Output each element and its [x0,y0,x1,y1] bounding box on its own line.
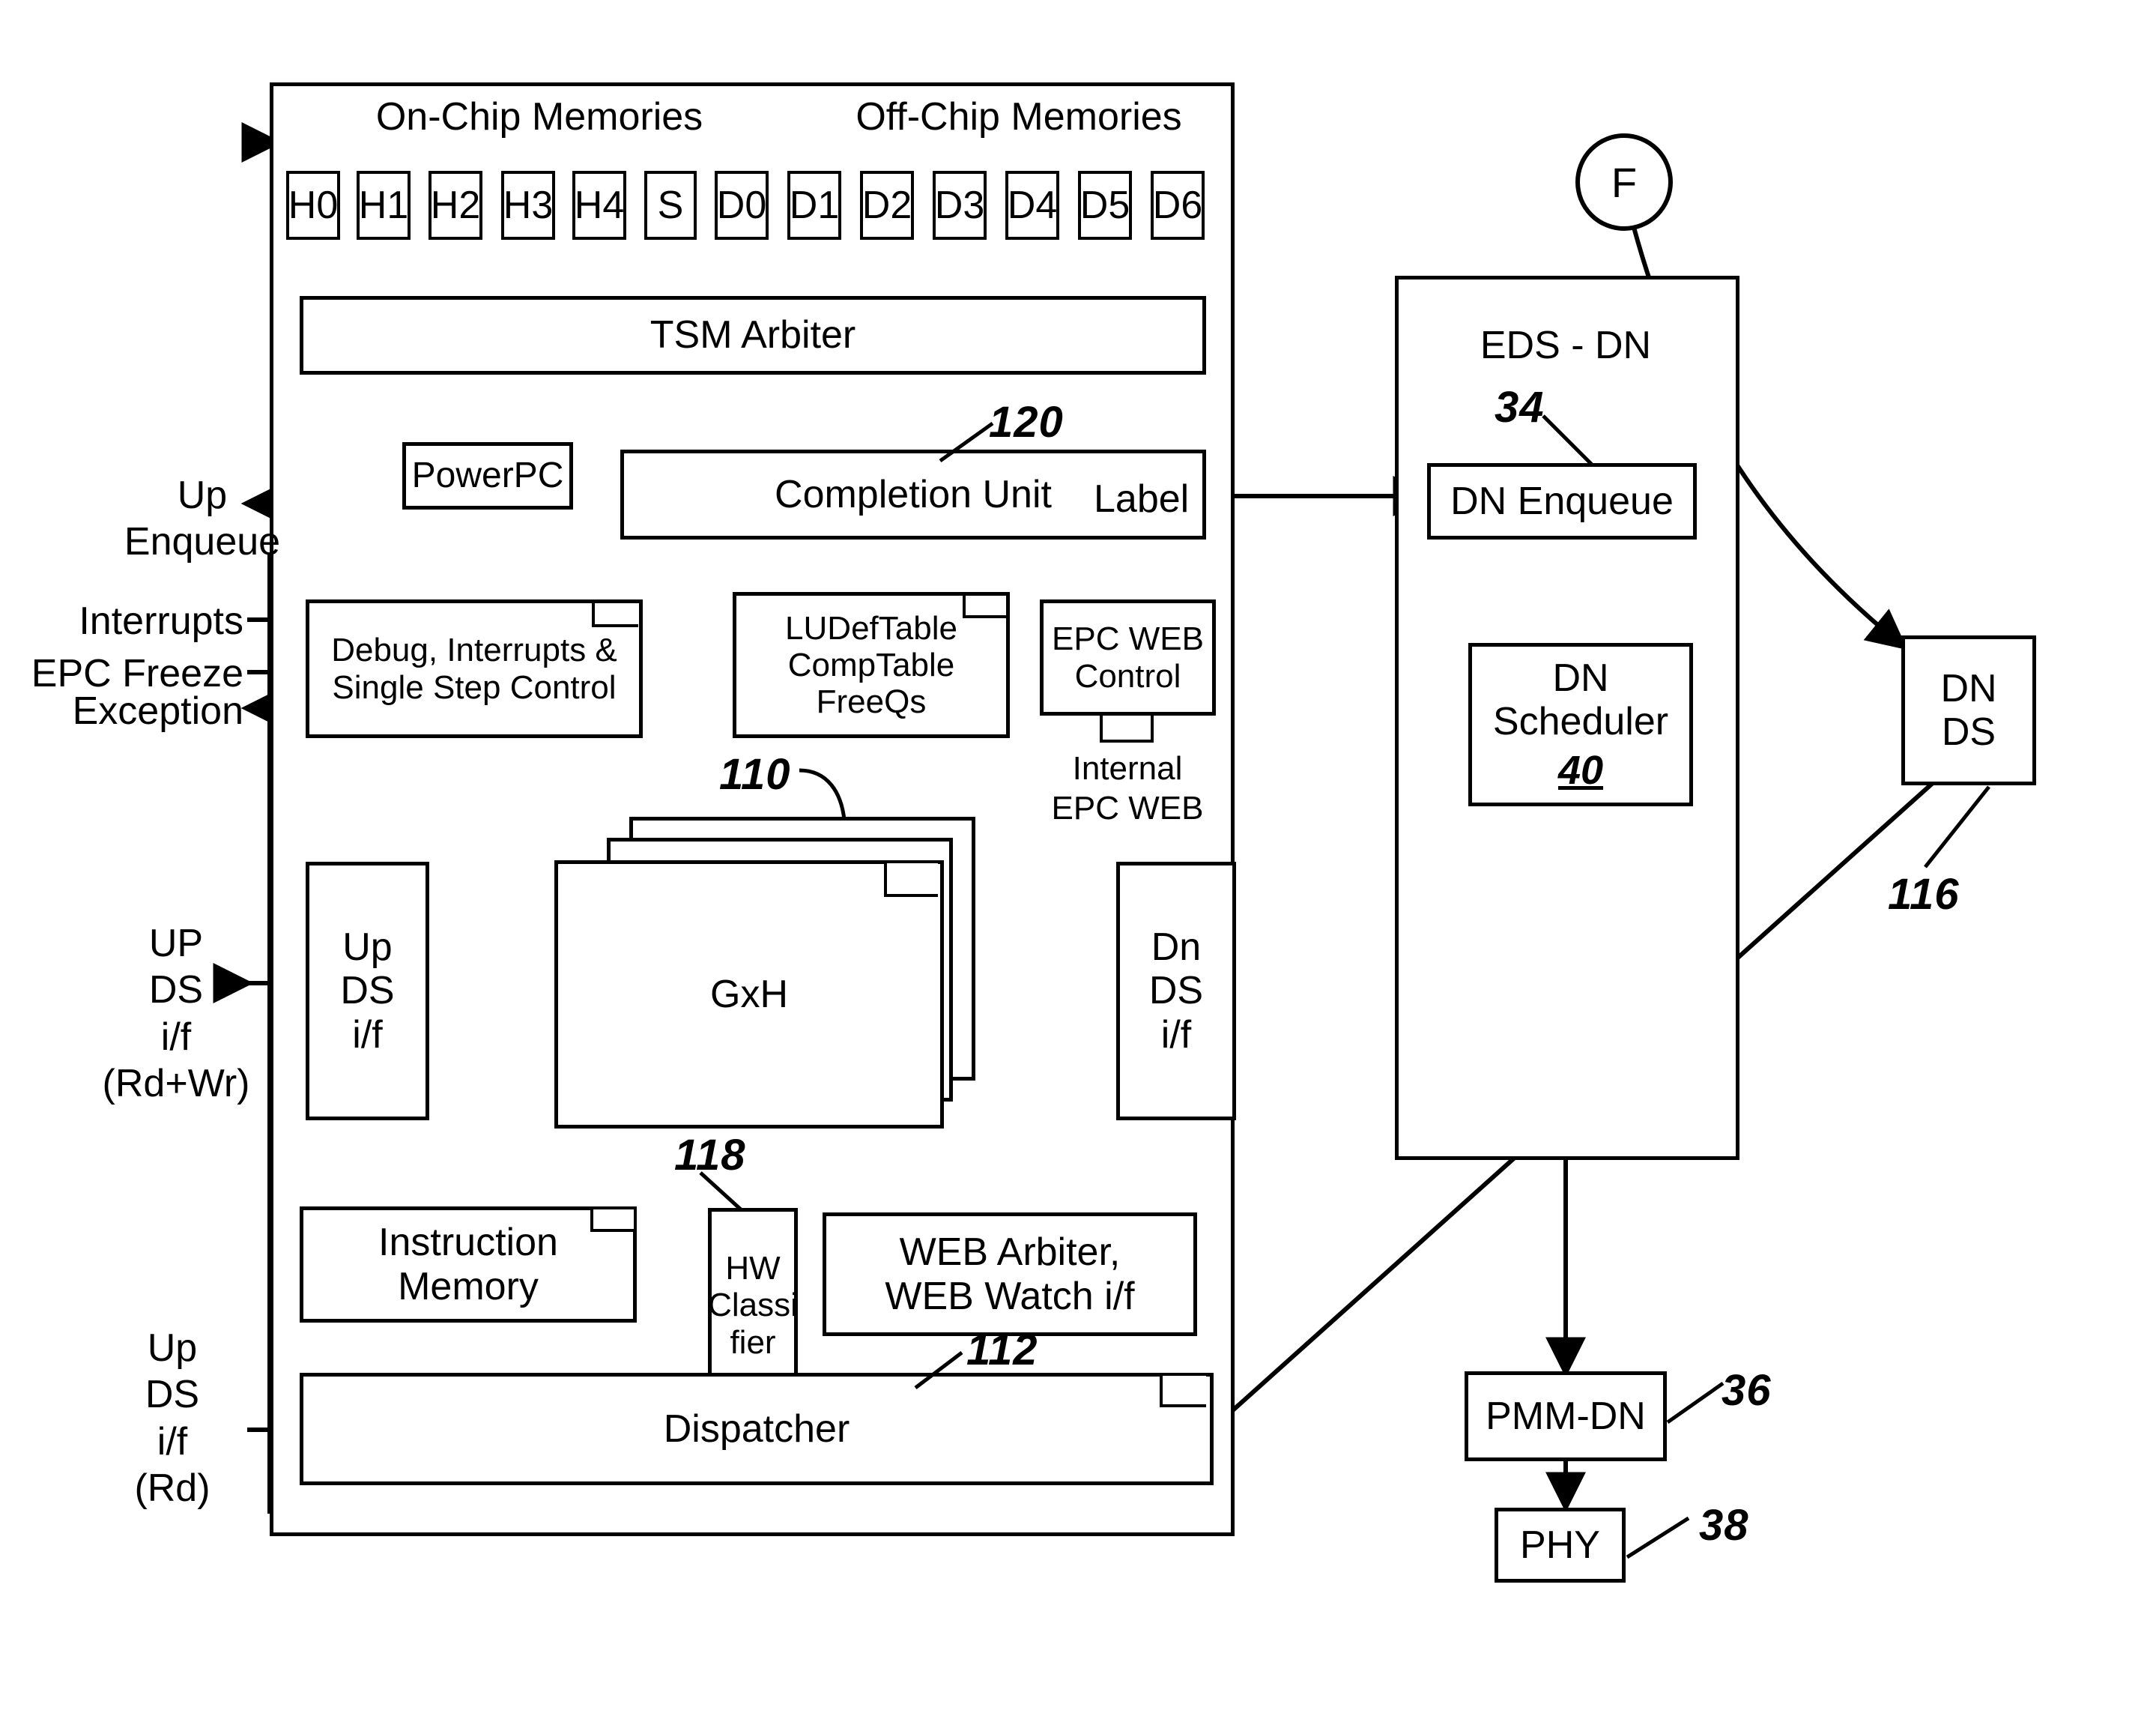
epc-web-control-stub [1100,716,1154,743]
memory-cell-s[interactable]: S [644,171,697,240]
instruction-memory-label: Instruction Memory [378,1221,558,1308]
memory-cell-label: H2 [430,183,481,227]
dispatcher-block[interactable]: Dispatcher [300,1373,1214,1485]
memory-cell-label: H3 [503,183,554,227]
memory-cell-label: S [657,183,684,227]
memory-cell-h3[interactable]: H3 [501,171,555,240]
web-arbiter-label: WEB Arbiter, WEB Watch i/f [885,1230,1135,1318]
gxh-block-notch [884,863,938,897]
up-ds-if-label: Up DS i/f [340,925,395,1057]
pmm-dn-label: PMM-DN [1486,1394,1646,1438]
memory-cell-h1[interactable]: H1 [357,171,411,240]
memory-cell-h4[interactable]: H4 [572,171,626,240]
dispatcher-label: Dispatcher [663,1407,850,1451]
instruction-memory-notch [590,1209,634,1232]
dn-scheduler-block[interactable]: DN Scheduler 40 [1468,643,1693,806]
ref-118-leader [699,1171,743,1212]
ref-110: 110 [719,750,791,799]
on-chip-memories-label: On-Chip Memories [375,95,703,139]
debug-interrupts-label: Debug, Interrupts & Single Step Control [331,632,617,706]
eds-dn-title: EDS - DN [1480,324,1652,367]
up-ds-if-block[interactable]: Up DS i/f [306,862,429,1120]
up-enqueue-label: Up Enqueue [124,474,281,564]
ref-116-leader [1924,785,1990,868]
dispatcher-notch [1160,1376,1206,1407]
tsm-arbiter-label: TSM Arbiter [649,313,856,357]
up-ds-if-rdwr-label: UP DS i/f (Rd+Wr) [102,922,250,1106]
completion-unit-label-port: Label [1094,477,1190,521]
memory-cell-label: D1 [789,183,840,227]
tables-label: LUDefTable CompTable FreeQs [785,609,957,721]
dn-enqueue-block[interactable]: DN Enqueue [1427,463,1697,540]
memory-cell-label: D6 [1152,183,1203,227]
memory-cell-d0[interactable]: D0 [715,171,769,240]
memory-cell-label: H4 [574,183,625,227]
connector-f-label: F [1611,158,1638,206]
completion-unit-label: Completion Unit [775,472,1052,516]
gxh-label: GxH [710,972,788,1016]
memory-cell-label: D0 [716,183,767,227]
internal-epc-web-label: Internal EPC WEB [1051,750,1204,827]
ref-110-leader [799,768,847,821]
ref-38-leader [1626,1516,1690,1559]
dn-scheduler-label: DN Scheduler [1492,656,1669,743]
memory-cell-label: D2 [862,183,912,227]
off-chip-memories-label: Off-Chip Memories [856,95,1182,139]
memory-cell-label: D4 [1007,183,1058,227]
memory-cell-d2[interactable]: D2 [860,171,914,240]
memory-cell-h0[interactable]: H0 [286,171,340,240]
hw-classifier-label: HW Classi fier [708,1250,798,1361]
memory-cell-d4[interactable]: D4 [1005,171,1059,240]
memory-cell-h2[interactable]: H2 [429,171,482,240]
powerpc-block[interactable]: PowerPC [402,442,573,510]
figure-canvas: On-Chip Memories Off-Chip Memories H0 H1… [0,0,2156,1725]
web-arbiter-block[interactable]: WEB Arbiter, WEB Watch i/f [823,1212,1197,1336]
exception-label: Exception [72,689,243,733]
dn-ds-label: DN DS [1940,666,1997,754]
memory-cell-label: H1 [358,183,409,227]
gxh-block[interactable]: GxH [554,860,944,1129]
ref-120-leader [939,421,994,463]
epc-web-control-label: EPC WEB Control [1052,620,1204,695]
ref-36-leader [1666,1381,1725,1425]
dn-enqueue-label: DN Enqueue [1450,479,1674,523]
up-ds-if-rd-label: Up DS i/f (Rd) [134,1326,211,1511]
ref-40: 40 [1557,748,1604,793]
ref-112-leader [914,1351,963,1389]
memory-cell-d5[interactable]: D5 [1078,171,1132,240]
dn-ds-if-label: Dn DS i/f [1148,925,1204,1057]
instruction-memory-block[interactable]: Instruction Memory [300,1206,637,1323]
memory-cell-label: H0 [288,183,339,227]
memory-cell-label: D3 [934,183,985,227]
memory-cell-d1[interactable]: D1 [787,171,841,240]
memory-cell-d6[interactable]: D6 [1151,171,1205,240]
pmm-dn-block[interactable]: PMM-DN [1465,1371,1667,1461]
dn-ds-block[interactable]: DN DS [1901,635,2036,785]
dn-ds-if-block[interactable]: Dn DS i/f [1116,862,1236,1120]
interrupts-label: Interrupts [79,599,243,643]
powerpc-label: PowerPC [411,456,564,496]
phy-block[interactable]: PHY [1495,1508,1626,1583]
memory-cell-d3[interactable]: D3 [933,171,987,240]
connector-f-circle[interactable]: F [1575,133,1673,231]
tsm-arbiter-block[interactable]: TSM Arbiter [300,296,1206,375]
tables-block-notch [963,596,1006,618]
phy-label: PHY [1520,1523,1600,1567]
debug-block-notch [592,603,638,627]
epc-web-control-block[interactable]: EPC WEB Control [1040,599,1216,716]
memory-cell-label: D5 [1079,183,1130,227]
